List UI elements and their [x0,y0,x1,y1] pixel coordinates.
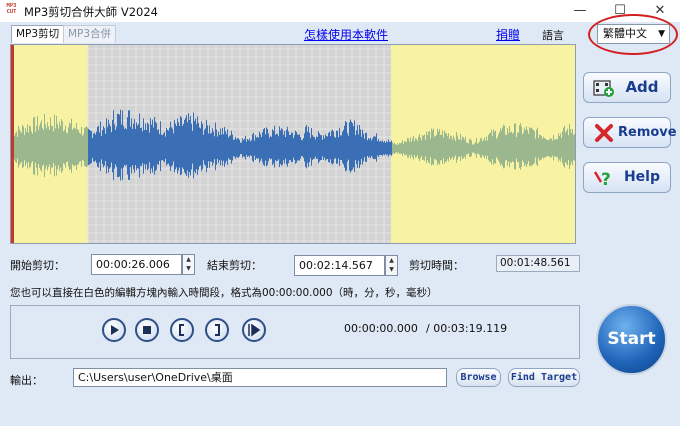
current-time: 00:00:00.000 [344,322,418,335]
remove-x-icon [595,124,613,142]
add-button-label: Add [625,78,659,96]
language-label: 語言 [542,29,564,42]
arrow-down-icon[interactable]: ▼ [183,264,194,273]
waveform-graphic[interactable] [11,45,575,243]
browse-button[interactable]: Browse [456,368,501,387]
playhead-marker[interactable] [11,45,14,243]
help-button-label: Help [623,169,661,185]
end-time-field[interactable]: 00:02:14.567 [294,255,385,276]
mark-end-button[interactable] [205,318,229,342]
start-time-stepper[interactable]: ▲ ▼ [182,254,195,275]
minimize-button[interactable]: — [560,0,600,22]
app-logo-icon: MP3 CUT [6,3,17,15]
highlight-circle [588,14,678,55]
stop-icon [143,326,151,334]
tab-mp3-cut[interactable]: MP3剪切 [11,25,65,43]
duration-label: 剪切時間： [409,259,464,272]
play-icon [111,325,119,335]
start-button[interactable]: Start [596,304,667,375]
end-cut-label: 結束剪切： [207,259,262,272]
play-selection-button[interactable] [242,318,266,342]
end-time-stepper[interactable]: ▲ ▼ [385,255,398,276]
howto-link[interactable]: 怎樣使用本軟件 [304,26,388,43]
remove-button-label: Remove [618,125,677,140]
mark-end-icon [215,324,220,336]
format-hint: 您也可以直接在白色的編輯方塊內輸入時間段，格式為00:00:00.000（時，分… [10,287,438,299]
svg-text:?: ? [601,170,611,188]
waveform-editor[interactable] [10,44,576,244]
mark-start-icon [179,324,184,336]
stop-button[interactable] [135,318,159,342]
help-icon: ? [593,170,611,188]
arrow-up-icon[interactable]: ▲ [183,255,194,264]
donate-link[interactable]: 捐贈 [496,26,520,43]
play-button[interactable] [102,318,126,342]
add-button[interactable]: Add [583,72,671,103]
start-cut-label: 開始剪切： [10,259,65,272]
help-button[interactable]: ? Help [583,162,671,193]
find-target-button[interactable]: Find Target [508,368,580,387]
arrow-down-icon[interactable]: ▼ [386,265,397,274]
remove-button[interactable]: Remove [583,117,677,148]
tab-mp3-join[interactable]: MP3合併 [63,25,117,43]
total-time: / 00:03:19.119 [426,322,508,335]
arrow-up-icon[interactable]: ▲ [386,256,397,265]
duration-value: 00:01:48.561 [496,255,580,272]
output-path-field[interactable]: C:\Users\user\OneDrive\桌面 [73,368,447,387]
start-time-field[interactable]: 00:00:26.006 [91,254,182,275]
window-title: MP3剪切合併大師 V2024 [24,5,158,19]
output-label: 輸出： [10,374,43,387]
add-file-icon [593,80,614,97]
play-selection-icon [248,323,261,337]
mark-start-button[interactable] [170,318,194,342]
